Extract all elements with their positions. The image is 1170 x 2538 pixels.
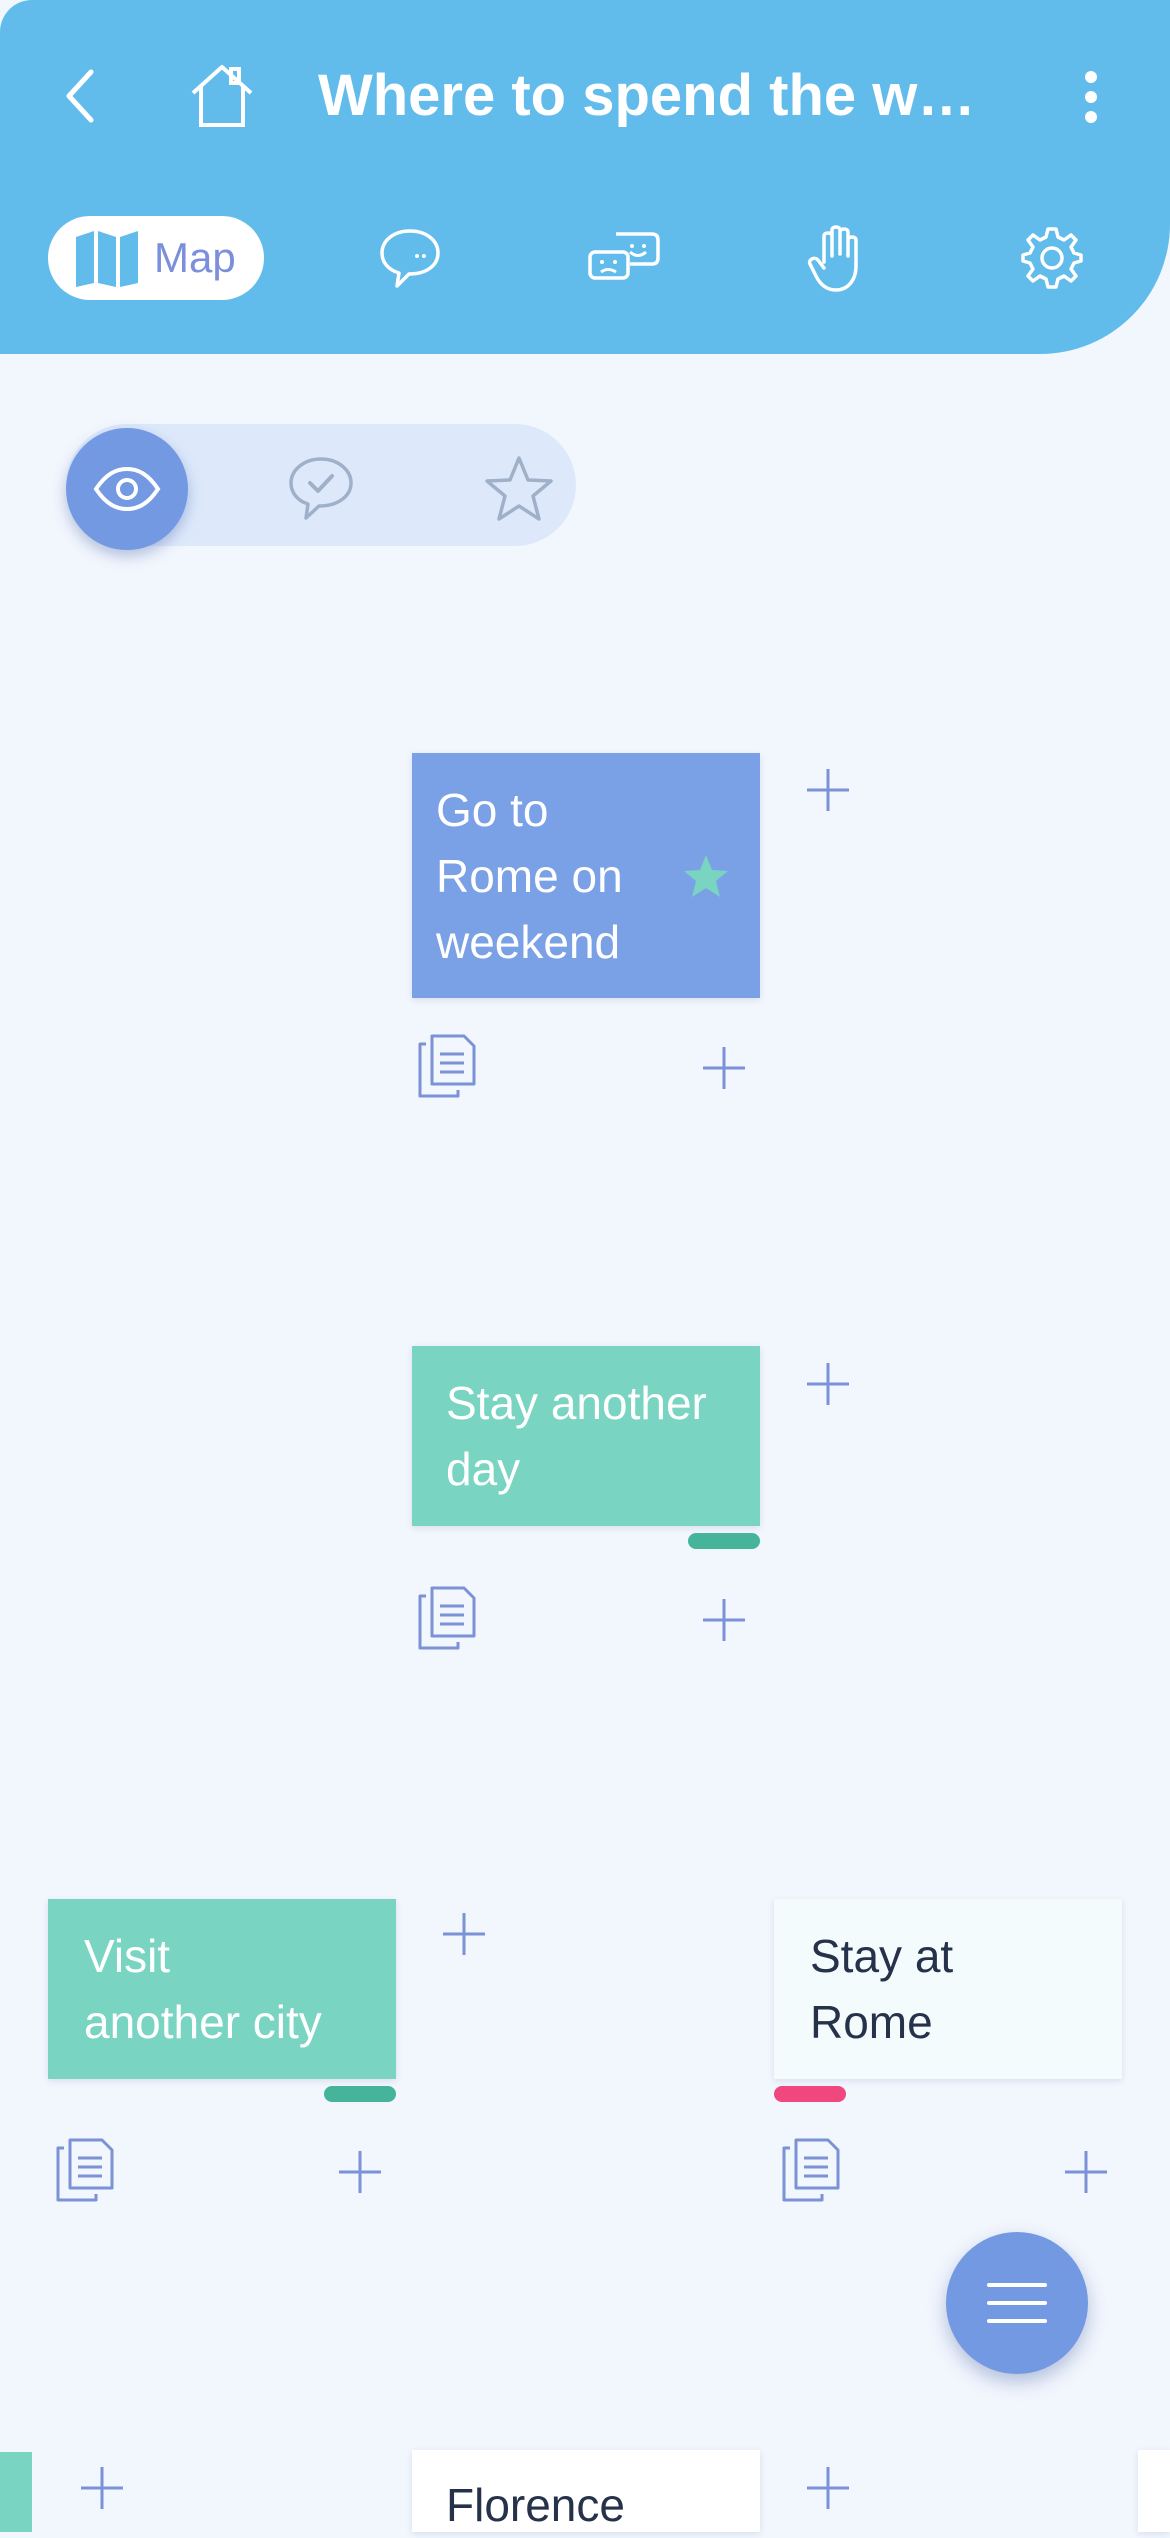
toggle-option-favorites[interactable]: [474, 444, 564, 534]
back-button[interactable]: [46, 56, 116, 136]
plus-icon: [807, 769, 849, 811]
add-sibling-button[interactable]: [800, 762, 856, 818]
tab-settings[interactable]: [1012, 218, 1092, 298]
node-florence[interactable]: Florence: [412, 2450, 760, 2532]
plus-icon: [1065, 2151, 1107, 2193]
status-indicator: [688, 1533, 760, 1549]
plus-icon: [703, 1047, 745, 1089]
add-sibling-button[interactable]: [74, 2460, 130, 2516]
add-child-button[interactable]: [1058, 2144, 1114, 2200]
plus-icon: [339, 2151, 381, 2193]
plus-icon: [443, 1913, 485, 1955]
tab-map-label: Map: [154, 234, 236, 281]
chat-bubble-icon: [380, 229, 440, 288]
emotions-chat-icon: [588, 232, 660, 280]
star-icon: [684, 855, 728, 897]
node-stay-another-day-text: Stay another day: [446, 1377, 707, 1495]
status-indicator: [324, 2086, 396, 2102]
node-visit-another-city-text: Visit another city: [84, 1930, 322, 2048]
chevron-left-icon: [66, 69, 94, 123]
add-sibling-button[interactable]: [800, 2460, 856, 2516]
page-title: Where to spend the weekend: [318, 63, 998, 128]
house-icon: [191, 65, 253, 127]
status-indicator: [774, 2086, 846, 2102]
eye-icon: [93, 466, 161, 512]
check-bubble-icon: [289, 457, 353, 520]
tab-emotions[interactable]: [584, 222, 664, 294]
add-sibling-button[interactable]: [436, 1906, 492, 1962]
node-stay-at-rome[interactable]: Stay at Rome: [774, 1899, 1122, 2079]
copy-document-icon: [418, 1034, 476, 1098]
partial-node-right[interactable]: [1138, 2450, 1170, 2532]
node-stay-another-day[interactable]: Stay another day: [412, 1346, 760, 1526]
vertical-dots-icon: [1085, 71, 1097, 123]
toggle-option-view[interactable]: [66, 428, 188, 550]
toggle-option-comments[interactable]: [276, 446, 366, 530]
tab-map[interactable]: Map: [48, 216, 264, 300]
copy-document-icon: [56, 2138, 114, 2202]
copy-button[interactable]: [410, 1030, 480, 1102]
home-button[interactable]: [182, 56, 262, 136]
gear-icon: [1021, 227, 1083, 289]
menu-lines-icon: [987, 2283, 1047, 2323]
plus-icon: [807, 1363, 849, 1405]
copy-document-icon: [782, 2138, 840, 2202]
app-header: Where to spend the weekend Map: [0, 0, 1170, 354]
menu-fab-button[interactable]: [946, 2232, 1088, 2374]
node-root[interactable]: Go to Rome on weekend: [412, 753, 760, 998]
plus-icon: [81, 2467, 123, 2509]
tab-votes[interactable]: [798, 218, 878, 298]
add-child-button[interactable]: [696, 1592, 752, 1648]
more-options-button[interactable]: [1066, 60, 1116, 134]
add-child-button[interactable]: [332, 2144, 388, 2200]
node-florence-text: Florence: [446, 2479, 625, 2531]
hand-icon: [807, 225, 858, 292]
star-icon: [485, 456, 553, 521]
map-icon: [76, 231, 138, 287]
add-child-button[interactable]: [696, 1040, 752, 1096]
add-sibling-button[interactable]: [800, 1356, 856, 1412]
copy-document-icon: [418, 1586, 476, 1650]
plus-icon: [703, 1599, 745, 1641]
partial-node-left[interactable]: [0, 2452, 32, 2532]
node-stay-at-rome-text: Stay at Rome: [810, 1930, 954, 2048]
plus-icon: [807, 2467, 849, 2509]
node-visit-another-city[interactable]: Visit another city: [48, 1899, 396, 2079]
tab-comments[interactable]: [370, 222, 450, 294]
copy-button[interactable]: [774, 2134, 844, 2206]
copy-button[interactable]: [48, 2134, 118, 2206]
copy-button[interactable]: [410, 1582, 480, 1654]
